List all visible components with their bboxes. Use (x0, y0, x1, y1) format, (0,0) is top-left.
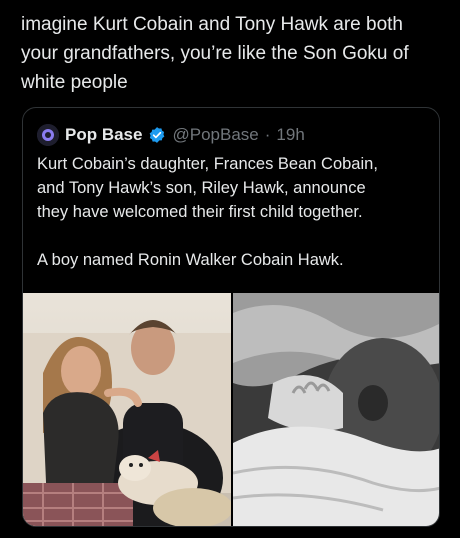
quoted-tweet-body: Kurt Cobain’s daughter, Frances Bean Cob… (37, 155, 378, 269)
quoted-tweet-header: Pop Base @PopBase · 19h (37, 122, 305, 148)
tweet-text: imagine Kurt Cobain and Tony Hawk are bo… (21, 14, 409, 93)
pop-base-avatar[interactable] (37, 124, 59, 146)
newborn-photo[interactable] (233, 293, 439, 526)
quoted-tweet-card[interactable]: Pop Base @PopBase · 19h Kurt Cobain’s da… (22, 107, 440, 527)
timestamp[interactable]: 19h (276, 125, 304, 145)
separator-dot: · (264, 125, 271, 144)
verified-badge-icon (150, 127, 165, 143)
media-grid (23, 293, 439, 526)
couple-photo[interactable] (23, 293, 231, 526)
handle[interactable]: @PopBase (172, 125, 258, 145)
display-name[interactable]: Pop Base (65, 125, 142, 145)
pop-base-logo-icon (37, 124, 59, 146)
